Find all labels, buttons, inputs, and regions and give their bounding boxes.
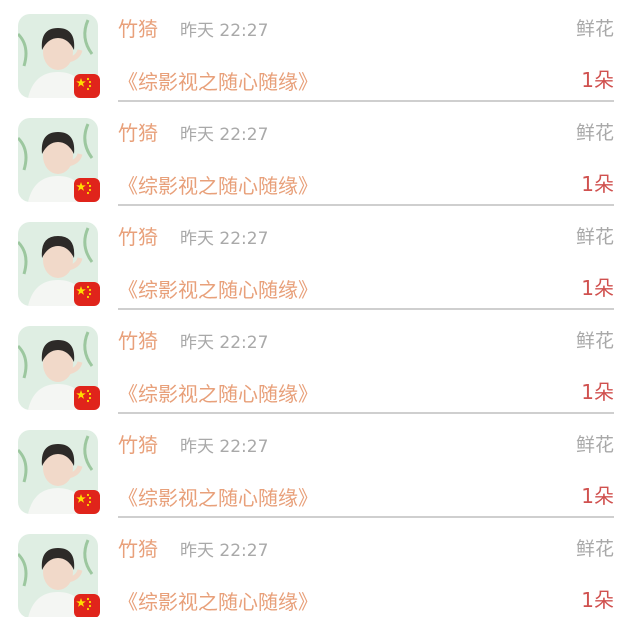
gift-type-label: 鲜花 (575, 434, 614, 456)
gift-type-label: 鲜花 (575, 538, 614, 560)
gift-count: 1朵 (581, 380, 614, 404)
user-name-link[interactable]: 竹猗 (118, 432, 158, 458)
china-flag-icon (74, 490, 100, 514)
gift-count: 1朵 (581, 276, 614, 300)
list-item[interactable]: 竹猗 昨天 22:27 鲜花 《综影视之随心随缘》 1朵 (0, 416, 640, 520)
row-divider (118, 204, 614, 206)
user-name-link[interactable]: 竹猗 (118, 224, 158, 250)
book-title-link[interactable]: 《综影视之随心随缘》 (118, 276, 318, 304)
gift-type-label: 鲜花 (575, 18, 614, 40)
user-name-link[interactable]: 竹猗 (118, 16, 158, 42)
user-name-link[interactable]: 竹猗 (118, 328, 158, 354)
timestamp: 昨天 22:27 (180, 437, 269, 457)
row-divider (118, 100, 614, 102)
book-title-link[interactable]: 《综影视之随心随缘》 (118, 380, 318, 408)
china-flag-icon (74, 282, 100, 306)
book-title-link[interactable]: 《综影视之随心随缘》 (118, 484, 318, 512)
china-flag-icon (74, 74, 100, 98)
book-title-link[interactable]: 《综影视之随心随缘》 (118, 68, 318, 96)
book-title-link[interactable]: 《综影视之随心随缘》 (118, 172, 318, 200)
timestamp: 昨天 22:27 (180, 333, 269, 353)
list-item[interactable]: 竹猗 昨天 22:27 鲜花 《综影视之随心随缘》 1朵 (0, 520, 640, 617)
user-name-link[interactable]: 竹猗 (118, 120, 158, 146)
gift-record-list: 竹猗 昨天 22:27 鲜花 《综影视之随心随缘》 1朵 竹猗 昨天 22:27… (0, 0, 640, 617)
gift-count: 1朵 (581, 484, 614, 508)
list-item[interactable]: 竹猗 昨天 22:27 鲜花 《综影视之随心随缘》 1朵 (0, 208, 640, 312)
row-divider (118, 412, 614, 414)
user-name-link[interactable]: 竹猗 (118, 536, 158, 562)
china-flag-icon (74, 386, 100, 410)
gift-count: 1朵 (581, 588, 614, 612)
list-item[interactable]: 竹猗 昨天 22:27 鲜花 《综影视之随心随缘》 1朵 (0, 0, 640, 104)
gift-type-label: 鲜花 (575, 226, 614, 248)
timestamp: 昨天 22:27 (180, 541, 269, 561)
list-item[interactable]: 竹猗 昨天 22:27 鲜花 《综影视之随心随缘》 1朵 (0, 312, 640, 416)
timestamp: 昨天 22:27 (180, 229, 269, 249)
gift-count: 1朵 (581, 172, 614, 196)
row-divider (118, 308, 614, 310)
gift-type-label: 鲜花 (575, 122, 614, 144)
timestamp: 昨天 22:27 (180, 125, 269, 145)
row-divider (118, 516, 614, 518)
gift-count: 1朵 (581, 68, 614, 92)
book-title-link[interactable]: 《综影视之随心随缘》 (118, 588, 318, 616)
list-item[interactable]: 竹猗 昨天 22:27 鲜花 《综影视之随心随缘》 1朵 (0, 104, 640, 208)
gift-type-label: 鲜花 (575, 330, 614, 352)
timestamp: 昨天 22:27 (180, 21, 269, 41)
china-flag-icon (74, 178, 100, 202)
china-flag-icon (74, 594, 100, 617)
